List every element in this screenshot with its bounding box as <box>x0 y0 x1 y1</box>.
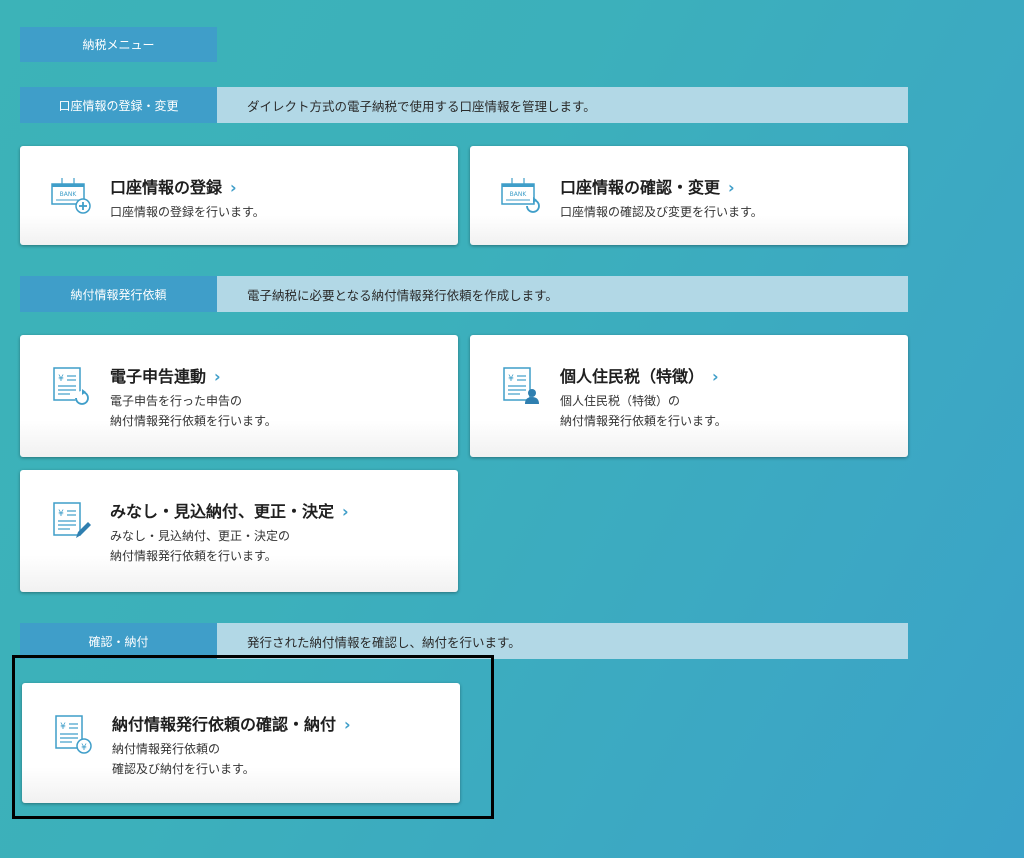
document-pencil-icon: ¥ <box>53 502 91 538</box>
card-description-line2: 納付情報発行依頼を行います。 <box>560 414 727 428</box>
tax-menu-tab: 納税メニュー <box>20 27 217 62</box>
document-person-icon: ¥ <box>503 367 539 404</box>
chevron-right-icon: › <box>712 367 719 386</box>
highlight-box <box>12 655 494 819</box>
chevron-right-icon: › <box>214 367 221 386</box>
section-label: 確認・納付 <box>20 623 217 659</box>
card-title: 個人住民税（特徴） › <box>560 367 719 386</box>
card-confirm-change-account[interactable]: BANK 口座情報の確認・変更 › 口座情報の確認及び変更を行います。 <box>470 146 908 245</box>
chevron-right-icon: › <box>230 178 237 197</box>
section-payment-request: 納付情報発行依頼 電子納税に必要となる納付情報発行依頼を作成します。 <box>20 276 908 312</box>
card-deemed-estimated-payment[interactable]: ¥ みなし・見込納付、更正・決定 › みなし・見込納付、更正・決定の 納付情報発行… <box>20 470 458 592</box>
section-label: 納付情報発行依頼 <box>20 276 217 312</box>
svg-text:¥: ¥ <box>508 374 514 384</box>
card-register-account[interactable]: BANK 口座情報の登録 › 口座情報の登録を行います。 <box>20 146 458 245</box>
section-account-info: 口座情報の登録・変更 ダイレクト方式の電子納税で使用する口座情報を管理します。 <box>20 87 908 123</box>
card-description-line1: みなし・見込納付、更正・決定の <box>110 529 291 543</box>
card-description-line2: 納付情報発行依頼を行います。 <box>110 414 277 428</box>
svg-text:¥: ¥ <box>58 509 64 519</box>
bank-add-icon: BANK <box>51 178 91 214</box>
card-description-line1: 個人住民税（特徴）の <box>560 394 681 408</box>
chevron-right-icon: › <box>342 502 349 521</box>
card-title: みなし・見込納付、更正・決定 › <box>110 502 349 521</box>
section-description: 電子納税に必要となる納付情報発行依頼を作成します。 <box>247 287 558 303</box>
chevron-right-icon: › <box>728 178 735 197</box>
card-title: 口座情報の登録 › <box>110 178 237 197</box>
svg-text:BANK: BANK <box>60 191 78 198</box>
card-resident-tax-special[interactable]: ¥ 個人住民税（特徴） › 個人住民税（特徴）の 納付情報発行依頼を行います。 <box>470 335 908 457</box>
card-title: 電子申告連動 › <box>110 367 221 386</box>
bank-refresh-icon: BANK <box>501 178 540 213</box>
section-label: 口座情報の登録・変更 <box>20 87 217 123</box>
section-description: 発行された納付情報を確認し、納付を行います。 <box>247 634 521 650</box>
svg-text:¥: ¥ <box>58 374 64 384</box>
section-description: ダイレクト方式の電子納税で使用する口座情報を管理します。 <box>247 98 596 114</box>
card-description: 口座情報の登録を行います。 <box>110 205 265 219</box>
svg-text:BANK: BANK <box>510 191 528 198</box>
section-confirm-payment: 確認・納付 発行された納付情報を確認し、納付を行います。 <box>20 623 908 659</box>
card-description-line2: 納付情報発行依頼を行います。 <box>110 549 277 563</box>
card-description-line1: 電子申告を行った申告の <box>110 394 243 408</box>
card-description: 口座情報の確認及び変更を行います。 <box>560 205 763 219</box>
card-title: 口座情報の確認・変更 › <box>560 178 735 197</box>
card-e-filing-link[interactable]: ¥ 電子申告連動 › 電子申告を行った申告の 納付情報発行依頼を行います。 <box>20 335 458 457</box>
document-refresh-icon: ¥ <box>53 367 89 405</box>
